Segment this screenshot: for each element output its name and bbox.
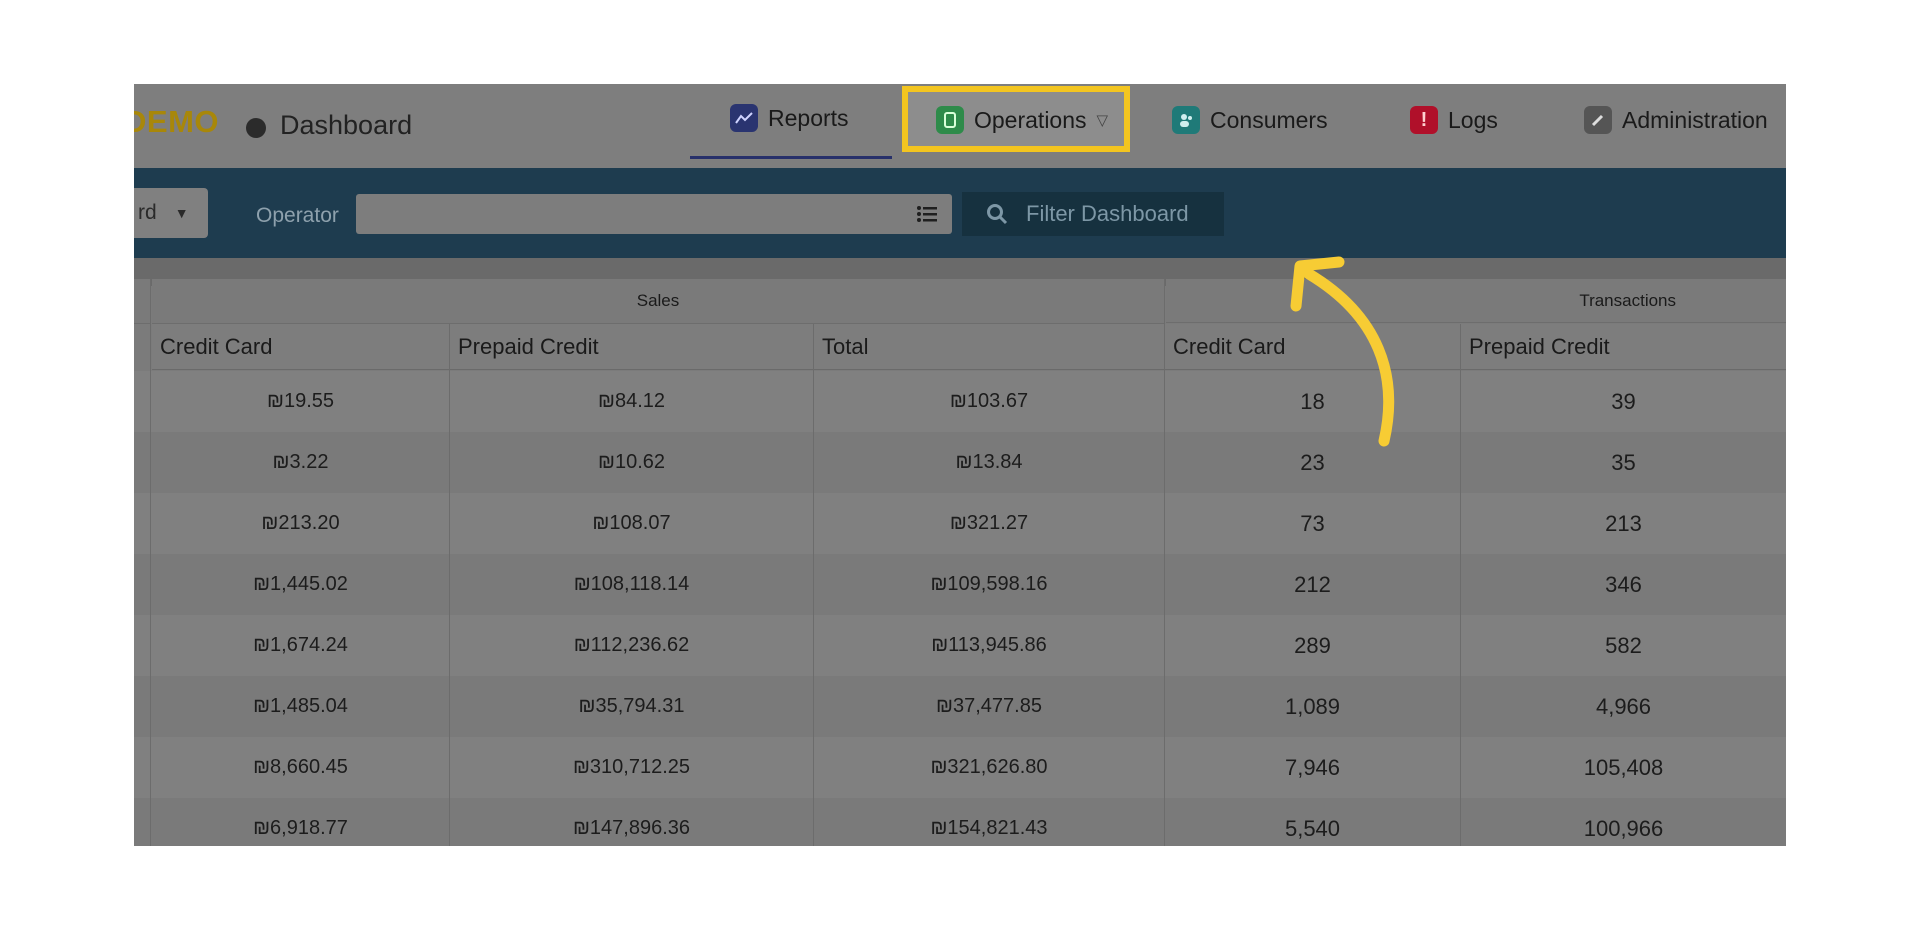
- chevron-down-icon: ▽: [1096, 112, 1109, 129]
- operator-input[interactable]: [356, 194, 952, 234]
- table-row[interactable]: ₪1,674.24 ₪112,236.62 ₪113,945.86 289 58…: [134, 615, 1786, 676]
- active-tab-indicator: [690, 156, 892, 159]
- search-icon: [987, 204, 1008, 225]
- table-row[interactable]: ₪8,660.45 ₪310,712.25 ₪321,626.80 7,946 …: [134, 737, 1786, 798]
- wrench-icon: [1584, 106, 1612, 134]
- column-header-sales-credit-card[interactable]: Credit Card: [152, 324, 449, 370]
- nav-operations[interactable]: Operations ▽: [936, 106, 1108, 134]
- column-divider: [150, 279, 151, 846]
- cell-sales-prepaid-credit: ₪112,236.62: [573, 634, 690, 656]
- group-header-transactions: Transactions: [1166, 279, 1786, 323]
- alert-icon: !: [1410, 106, 1438, 134]
- column-divider: [1460, 324, 1461, 846]
- cell-sales-total: ₪154,821.43: [930, 817, 1048, 839]
- cell-transactions-prepaid-credit: 39: [1611, 388, 1636, 414]
- nav-administration-label: Administration: [1622, 106, 1768, 133]
- cell-sales-prepaid-credit: ₪108.07: [592, 512, 671, 534]
- caret-down-icon: ▼: [174, 205, 189, 221]
- cell-sales-credit-card: ₪6,918.77: [253, 817, 348, 839]
- column-divider: [813, 324, 814, 846]
- cell-transactions-prepaid-credit: 35: [1611, 449, 1636, 475]
- cell-transactions-credit-card: 7,946: [1284, 754, 1341, 780]
- column-header-sales-total[interactable]: Total: [814, 324, 1164, 370]
- column-divider: [1164, 279, 1165, 846]
- cell-sales-credit-card: ₪1,485.04: [253, 695, 348, 717]
- filter-bar: rd ▼ Operator Filter Dashboard: [134, 168, 1786, 258]
- nav-consumers[interactable]: Consumers: [1172, 106, 1328, 134]
- cell-sales-credit-card: ₪8,660.45: [253, 756, 348, 778]
- dashboard-select[interactable]: rd ▼: [134, 188, 208, 238]
- table-row[interactable]: ₪6,918.77 ₪147,896.36 ₪154,821.43 5,540 …: [134, 798, 1786, 846]
- cell-sales-prepaid-credit: ₪35,794.31: [578, 695, 685, 717]
- list-icon[interactable]: [916, 204, 938, 224]
- tutorial-arrow-icon: [1290, 256, 1395, 447]
- cell-transactions-credit-card: 289: [1294, 632, 1331, 658]
- cell-transactions-credit-card: 73: [1300, 510, 1325, 536]
- cell-sales-prepaid-credit: ₪84.12: [597, 390, 666, 412]
- cell-sales-total: ₪109,598.16: [930, 573, 1048, 595]
- chart-line-icon: [730, 104, 758, 132]
- cell-sales-credit-card: ₪213.20: [261, 512, 340, 534]
- nav-reports-label: Reports: [768, 104, 849, 131]
- top-navbar: DEMO Dashboard Reports Operations ▽ Cons…: [134, 84, 1786, 168]
- nav-administration[interactable]: Administration: [1584, 106, 1768, 134]
- cell-sales-prepaid-credit: ₪108,118.14: [573, 573, 690, 595]
- cell-sales-total: ₪103.67: [949, 390, 1029, 412]
- column-divider: [449, 324, 450, 846]
- cell-transactions-prepaid-credit: 105,408: [1583, 754, 1664, 780]
- cell-sales-total: ₪113,945.86: [931, 634, 1047, 656]
- table-row[interactable]: ₪1,485.04 ₪35,794.31 ₪37,477.85 1,089 4,…: [134, 676, 1786, 737]
- table-row[interactable]: ₪1,445.02 ₪108,118.14 ₪109,598.16 212 34…: [134, 554, 1786, 615]
- cell-sales-total: ₪13.84: [955, 451, 1023, 473]
- nav-operations-label: Operations: [974, 106, 1087, 133]
- filter-dashboard-label: Filter Dashboard: [1026, 201, 1189, 226]
- cell-sales-credit-card: ₪19.55: [266, 390, 335, 412]
- cell-sales-total: ₪37,477.85: [936, 695, 1042, 717]
- cell-sales-prepaid-credit: ₪10.62: [597, 451, 666, 473]
- cell-transactions-prepaid-credit: 213: [1605, 510, 1642, 536]
- group-header-sales: Sales: [152, 279, 1164, 324]
- dashboard-icon: [246, 118, 266, 138]
- table-row[interactable]: ₪3.22 ₪10.62 ₪13.84 23 35: [134, 432, 1786, 493]
- nav-logs[interactable]: ! Logs: [1410, 106, 1498, 134]
- cell-transactions-prepaid-credit: 582: [1605, 632, 1642, 658]
- nav-logs-label: Logs: [1448, 106, 1498, 133]
- nav-reports[interactable]: Reports: [730, 104, 849, 132]
- column-header-transactions-prepaid-credit[interactable]: Prepaid Credit: [1461, 324, 1786, 370]
- dashboard-select-value: rd: [138, 201, 157, 224]
- cell-transactions-credit-card: 212: [1294, 571, 1331, 597]
- cell-sales-credit-card: ₪1,674.24: [253, 634, 348, 656]
- table-row[interactable]: ₪213.20 ₪108.07 ₪321.27 73 213: [134, 493, 1786, 554]
- cell-transactions-prepaid-credit: 346: [1605, 571, 1642, 597]
- table-body: ₪19.55 ₪84.12 ₪103.67 18 39 ₪3.22 ₪10.62…: [134, 371, 1786, 846]
- cell-sales-credit-card: ₪3.22: [272, 451, 329, 473]
- app-window: DEMO Dashboard Reports Operations ▽ Cons…: [134, 84, 1786, 846]
- cell-transactions-credit-card: 5,540: [1284, 815, 1341, 841]
- nav-consumers-label: Consumers: [1210, 106, 1328, 133]
- cell-transactions-prepaid-credit: 100,966: [1583, 815, 1664, 841]
- users-icon: [1172, 106, 1200, 134]
- table-row[interactable]: ₪19.55 ₪84.12 ₪103.67 18 39: [134, 371, 1786, 432]
- filter-dashboard-button[interactable]: Filter Dashboard: [962, 192, 1224, 236]
- group-header-spacer: [134, 279, 150, 324]
- dashboard-title: Dashboard: [280, 110, 413, 140]
- column-header-sales-prepaid-credit[interactable]: Prepaid Credit: [450, 324, 813, 370]
- operator-label: Operator: [256, 204, 339, 227]
- cell-sales-credit-card: ₪1,445.02: [253, 573, 348, 595]
- cell-transactions-prepaid-credit: 4,966: [1595, 693, 1652, 719]
- cell-sales-total: ₪321,626.80: [930, 756, 1048, 778]
- brand-logo[interactable]: DEMO: [134, 104, 219, 140]
- cell-sales-total: ₪321.27: [949, 512, 1029, 534]
- cell-sales-prepaid-credit: ₪310,712.25: [572, 756, 691, 778]
- clipboard-icon: [936, 106, 964, 134]
- cell-transactions-credit-card: 1,089: [1284, 693, 1341, 719]
- cell-sales-prepaid-credit: ₪147,896.36: [572, 817, 691, 839]
